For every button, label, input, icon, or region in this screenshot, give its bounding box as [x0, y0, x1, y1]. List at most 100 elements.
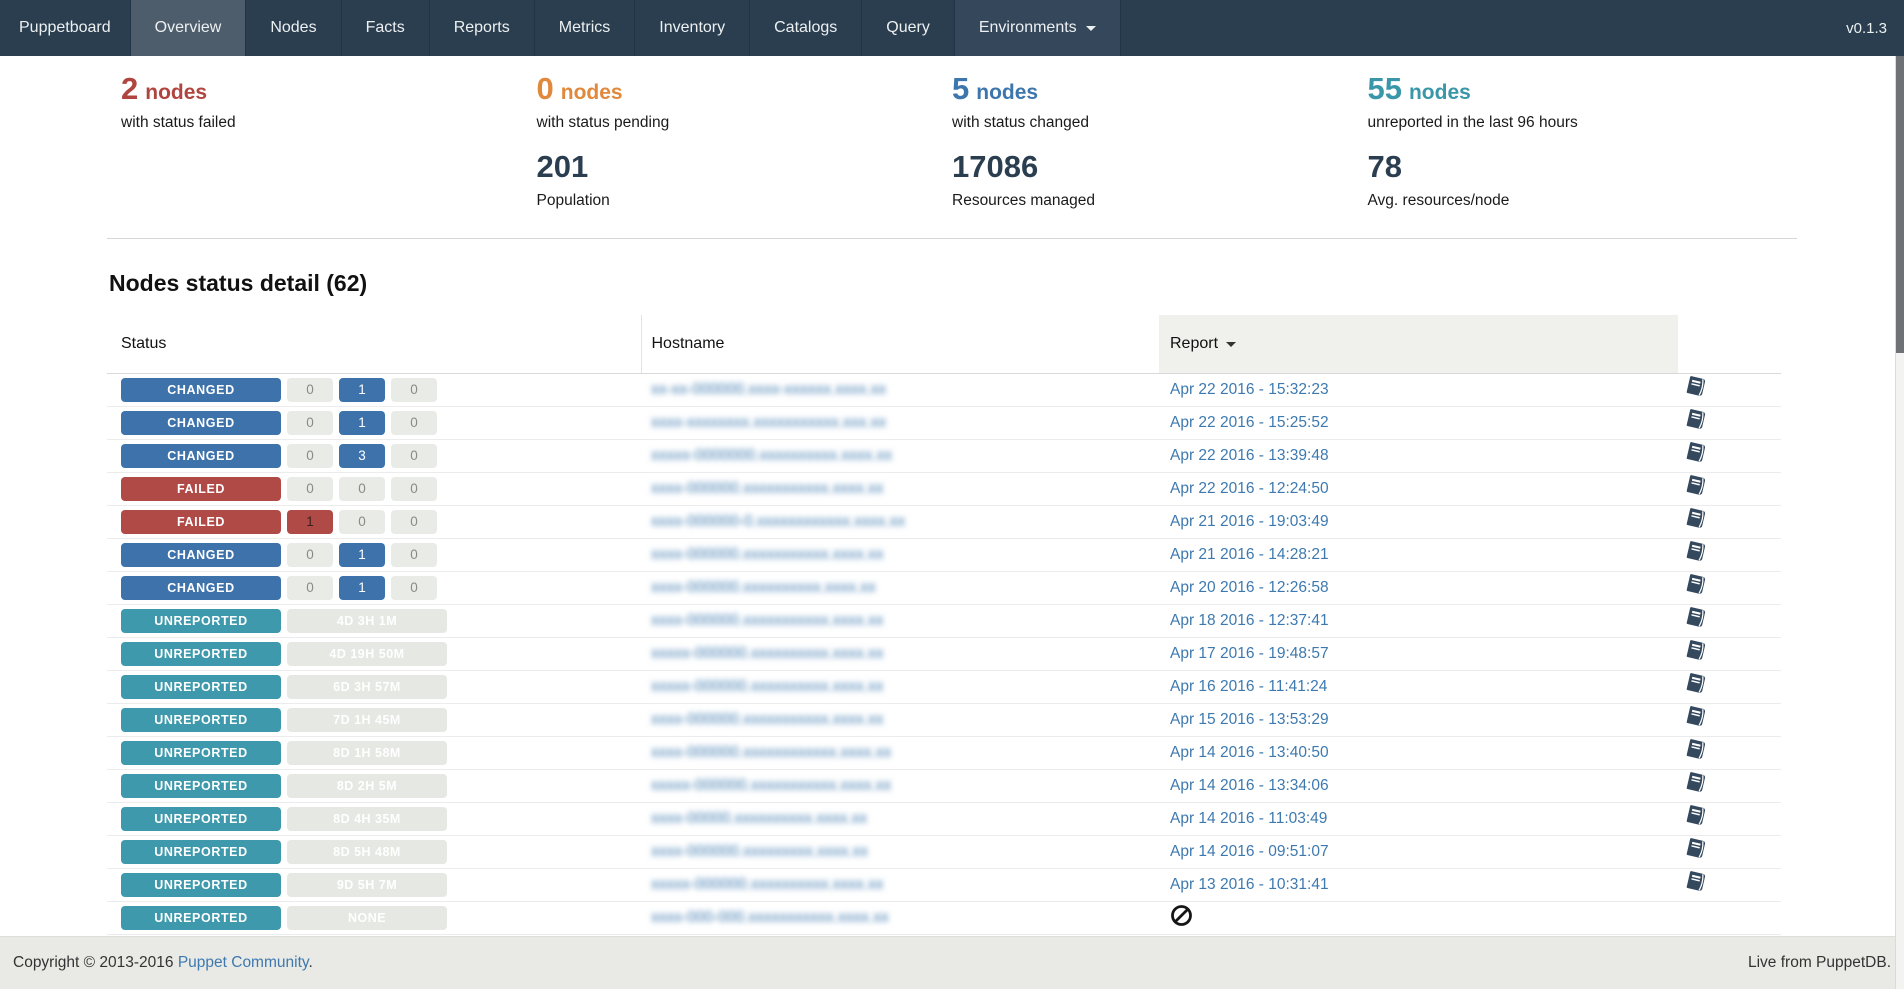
hostname-cell: xxxx-000000.xxxxxxxxxxx.xxxx.xx [641, 604, 1159, 637]
report-log-link[interactable] [1684, 407, 1709, 433]
table-row: UNREPORTED8D 4H 35Mxxxx-00000.xxxxxxxxxx… [107, 802, 1781, 835]
status-badge: UNREPORTED [121, 906, 281, 930]
hostname-link[interactable]: xxxx-000000.xxxxxxxxxxx.xxxx.xx [651, 612, 884, 629]
hostname-link[interactable]: xxxx-000000.xxxxxxxxxx.xxxx.xx [651, 579, 876, 596]
report-link[interactable]: Apr 18 2016 - 12:37:41 [1170, 612, 1329, 629]
status-badge: CHANGED [121, 444, 281, 468]
report-cell: Apr 16 2016 - 11:41:24 [1159, 670, 1678, 703]
report-link[interactable]: Apr 21 2016 - 14:28:21 [1170, 546, 1329, 563]
nav-item-reports[interactable]: Reports [430, 0, 535, 56]
report-link[interactable]: Apr 22 2016 - 15:32:23 [1170, 381, 1329, 398]
hostname-link[interactable]: xxxx-000000.xxxxxxxxxxx.xxxx.xx [651, 546, 884, 563]
report-link[interactable]: Apr 17 2016 - 19:48:57 [1170, 645, 1329, 662]
sort-desc-icon [1226, 342, 1236, 347]
report-log-link[interactable] [1684, 704, 1709, 730]
nav-item-facts[interactable]: Facts [342, 0, 430, 56]
hostname-link[interactable]: xxxxx-000000.xxxxxxxxxxx.xxxx.xx [651, 777, 891, 794]
puppet-community-link[interactable]: Puppet Community [178, 954, 309, 971]
report-link[interactable]: Apr 15 2016 - 13:53:29 [1170, 711, 1329, 728]
report-link[interactable]: Apr 20 2016 - 12:26:58 [1170, 579, 1329, 596]
nav-item-catalogs[interactable]: Catalogs [750, 0, 862, 56]
hostname-link[interactable]: xxxxx-0000000.xxxxxxxxxx.xxxx.xx [651, 447, 892, 464]
report-log-link[interactable] [1684, 869, 1709, 895]
hostname-link[interactable]: xxxx-000000.xxxxxxxxxxxx.xxxx.xx [651, 744, 891, 761]
scrollbar-thumb[interactable] [1896, 56, 1904, 353]
hostname-link[interactable]: xxxx-xxxxxxxx.xxxxxxxxxxx.xxx.xx [651, 414, 886, 431]
report-link[interactable]: Apr 22 2016 - 13:39:48 [1170, 447, 1329, 464]
column-header-report[interactable]: Report [1159, 315, 1678, 373]
status-badge: UNREPORTED [121, 675, 281, 699]
status-wrap: CHANGED010 [121, 576, 641, 600]
resource-count-badge: 1 [339, 378, 385, 402]
nav-item-nodes[interactable]: Nodes [246, 0, 341, 56]
hostname-link[interactable]: xxxxx-000000.xxxxxxxxxx.xxxx.xx [651, 678, 884, 695]
report-log-link[interactable] [1684, 539, 1709, 565]
status-badge: FAILED [121, 477, 281, 501]
report-log-link[interactable] [1684, 440, 1709, 466]
status-cell: UNREPORTED4D 3H 1M [107, 604, 641, 637]
hostname-link[interactable]: xxxxx-000000.xxxxxxxxxx.xxxx.xx [651, 645, 884, 662]
book-icon [1684, 572, 1709, 598]
status-cell: UNREPORTED6D 3H 57M [107, 670, 641, 703]
column-header-status[interactable]: Status [107, 315, 641, 373]
report-log-link[interactable] [1684, 836, 1709, 862]
resource-count-badge: 0 [391, 543, 437, 567]
nav-item-overview[interactable]: Overview [131, 0, 247, 56]
column-header-hostname[interactable]: Hostname [641, 315, 1159, 373]
hostname-link[interactable]: xxxx-000000-0.xxxxxxxxxxxx.xxxx.xx [651, 513, 905, 530]
status-badge: UNREPORTED [121, 609, 281, 633]
hostname-cell: xxxx-xxxxxxxx.xxxxxxxxxxx.xxx.xx [641, 406, 1159, 439]
report-log-link[interactable] [1684, 473, 1709, 499]
status-badge: UNREPORTED [121, 840, 281, 864]
nodes-table-body: CHANGED010xx-xx-000000.xxxx-xxxxxx.xxxx.… [107, 373, 1781, 934]
hostname-link[interactable]: xxxxx-000000.xxxxxxxxxx.xxxx.xx [651, 876, 884, 893]
nav-item-environments[interactable]: Environments [955, 0, 1121, 56]
report-log-link[interactable] [1684, 638, 1709, 664]
hostname-cell: xxxx-000000.xxxxxxxxxxx.xxxx.xx [641, 472, 1159, 505]
report-link[interactable]: Apr 14 2016 - 13:34:06 [1170, 777, 1329, 794]
resource-count-badge: 0 [339, 477, 385, 501]
report-link[interactable]: Apr 14 2016 - 09:51:07 [1170, 843, 1329, 860]
nav-item-inventory[interactable]: Inventory [635, 0, 750, 56]
stat-number: 78 [1368, 150, 1784, 184]
scrollbar-track[interactable] [1895, 56, 1904, 989]
navbar-brand[interactable]: Puppetboard [0, 0, 131, 56]
report-log-link[interactable] [1684, 374, 1709, 400]
navbar: PuppetboardOverviewNodesFactsReportsMetr… [0, 0, 1904, 56]
hostname-link[interactable]: xxxx-000-000.xxxxxxxxxxx.xxxx.xx [651, 909, 889, 926]
table-row: CHANGED010xxxx-xxxxxxxx.xxxxxxxxxxx.xxx.… [107, 406, 1781, 439]
status-badge: UNREPORTED [121, 873, 281, 897]
hostname-link[interactable]: xxxx-00000.xxxxxxxxxx.xxxx.xx [651, 810, 867, 827]
copyright-text: Copyright © 2013-2016 [13, 954, 178, 971]
report-link[interactable]: Apr 22 2016 - 12:24:50 [1170, 480, 1329, 497]
hostname-link[interactable]: xxxx-000000.xxxxxxxxxxx.xxxx.xx [651, 711, 884, 728]
hostname-link[interactable]: xx-xx-000000.xxxx-xxxxxx.xxxx.xx [651, 381, 886, 398]
report-link[interactable]: Apr 13 2016 - 10:31:41 [1170, 876, 1329, 893]
last-report-age-badge: 6D 3H 57M [287, 675, 447, 699]
stat-number-line: 2nodes [121, 72, 537, 106]
status-wrap: UNREPORTED7D 1H 45M [121, 708, 641, 732]
report-log-link[interactable] [1684, 572, 1709, 598]
report-log-link[interactable] [1684, 737, 1709, 763]
report-log-link[interactable] [1684, 671, 1709, 697]
status-wrap: UNREPORTEDNONE [121, 906, 641, 930]
report-link[interactable]: Apr 16 2016 - 11:41:24 [1170, 678, 1327, 695]
book-icon [1684, 671, 1709, 697]
report-link[interactable]: Apr 14 2016 - 11:03:49 [1170, 810, 1327, 827]
table-row: CHANGED010xxxx-000000.xxxxxxxxxxx.xxxx.x… [107, 538, 1781, 571]
nav-item-metrics[interactable]: Metrics [535, 0, 636, 56]
report-link[interactable]: Apr 14 2016 - 13:40:50 [1170, 744, 1329, 761]
nav-item-query[interactable]: Query [862, 0, 955, 56]
report-log-link[interactable] [1684, 605, 1709, 631]
hostname-link[interactable]: xxxx-000000.xxxxxxxxxxx.xxxx.xx [651, 480, 884, 497]
hostname-link[interactable]: xxxx-000000.xxxxxxxxx.xxxx.xx [651, 843, 868, 860]
report-log-link[interactable] [1684, 803, 1709, 829]
stat-caption: Population [537, 192, 953, 210]
status-cell: UNREPORTED7D 1H 45M [107, 703, 641, 736]
resource-count-badge: 0 [391, 510, 437, 534]
book-icon [1684, 539, 1709, 565]
report-link[interactable]: Apr 22 2016 - 15:25:52 [1170, 414, 1329, 431]
report-link[interactable]: Apr 21 2016 - 19:03:49 [1170, 513, 1329, 530]
report-log-link[interactable] [1684, 770, 1709, 796]
report-log-link[interactable] [1684, 506, 1709, 532]
